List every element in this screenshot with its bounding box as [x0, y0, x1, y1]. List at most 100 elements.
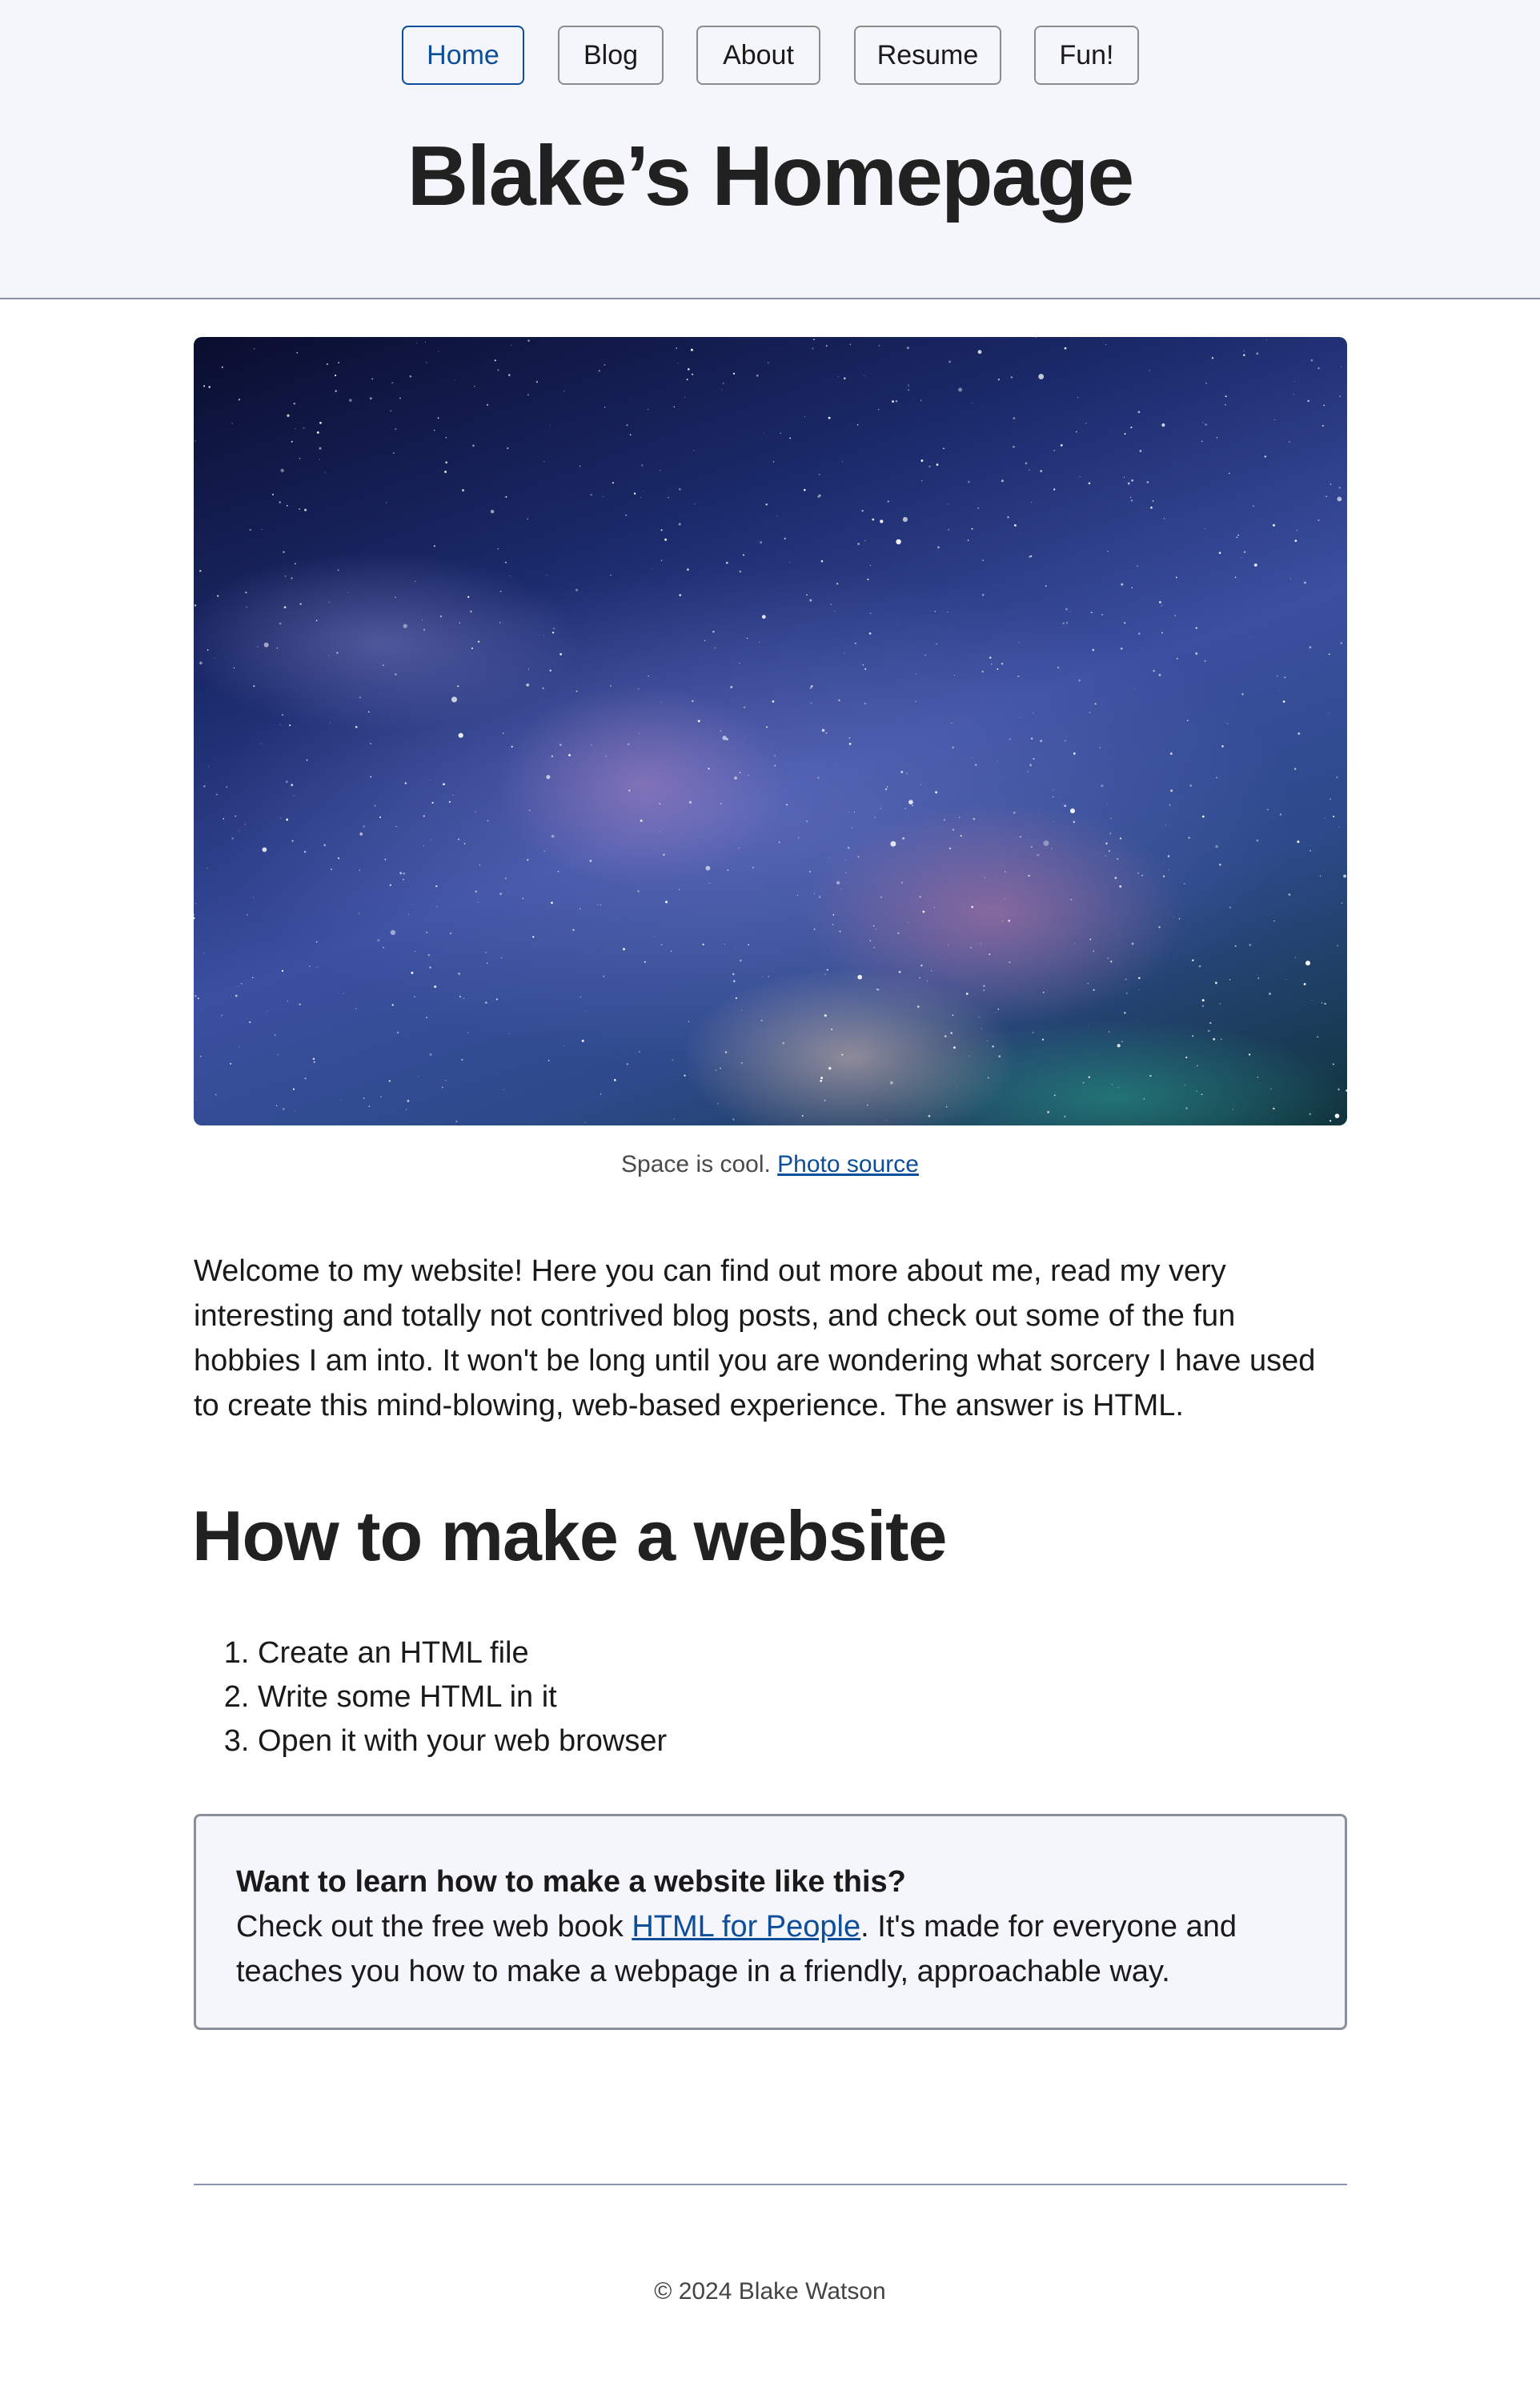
- star: [429, 1053, 432, 1056]
- star: [878, 345, 880, 347]
- star: [508, 374, 511, 376]
- star: [1333, 816, 1335, 818]
- star: [1137, 411, 1141, 414]
- star: [438, 351, 439, 352]
- star: [487, 403, 489, 406]
- star: [824, 973, 826, 975]
- star: [1031, 737, 1033, 740]
- star: [900, 881, 904, 884]
- star: [687, 367, 690, 371]
- html-for-people-link[interactable]: HTML for People: [632, 1910, 860, 1944]
- star: [1028, 874, 1030, 877]
- nav-blog-button[interactable]: Blog: [558, 26, 664, 85]
- site-header: Home Blog About Resume Fun! Blake’s Home…: [0, 0, 1540, 299]
- star: [1296, 529, 1298, 532]
- star: [217, 595, 219, 597]
- star: [459, 996, 461, 997]
- star: [1234, 945, 1237, 947]
- star: [195, 903, 196, 905]
- star: [589, 860, 592, 862]
- star: [467, 1032, 469, 1033]
- star: [303, 850, 307, 853]
- star: [1266, 339, 1268, 341]
- star: [857, 974, 863, 980]
- star: [834, 610, 836, 612]
- star: [553, 628, 555, 630]
- star: [1001, 479, 1004, 483]
- star: [668, 496, 669, 499]
- star: [527, 518, 528, 520]
- star: [887, 500, 889, 503]
- star: [257, 646, 259, 648]
- star: [215, 1093, 217, 1096]
- star: [546, 575, 547, 576]
- star: [221, 366, 223, 368]
- star: [418, 1076, 419, 1077]
- star: [472, 444, 475, 447]
- star: [261, 528, 263, 530]
- star: [598, 370, 600, 372]
- star: [1109, 832, 1112, 835]
- star: [194, 604, 197, 607]
- star: [1131, 587, 1133, 589]
- star: [768, 976, 769, 977]
- star: [950, 1032, 952, 1034]
- star: [1158, 926, 1161, 929]
- star: [359, 869, 360, 871]
- nav-about-button[interactable]: About: [696, 26, 820, 85]
- star: [1073, 752, 1076, 755]
- star: [836, 582, 839, 585]
- star: [1307, 399, 1309, 403]
- nav-home-button[interactable]: Home: [402, 26, 524, 85]
- star: [199, 569, 202, 572]
- star: [818, 473, 820, 475]
- star: [856, 423, 859, 426]
- star: [983, 989, 985, 992]
- star: [275, 1105, 278, 1106]
- star: [426, 362, 427, 363]
- nav-fun-button[interactable]: Fun!: [1034, 26, 1139, 85]
- star: [1082, 1081, 1085, 1084]
- star: [709, 882, 711, 884]
- star: [838, 375, 840, 377]
- star: [1060, 443, 1063, 447]
- star: [377, 939, 380, 941]
- star: [715, 1069, 717, 1071]
- star: [720, 802, 723, 805]
- star: [765, 503, 768, 506]
- star: [1321, 424, 1324, 427]
- star: [280, 468, 284, 473]
- photo-source-link[interactable]: Photo source: [777, 1151, 919, 1177]
- star: [495, 998, 498, 1001]
- star: [766, 726, 768, 728]
- star: [299, 1003, 301, 1005]
- star: [1225, 403, 1226, 406]
- star: [1162, 863, 1164, 864]
- star: [692, 373, 694, 375]
- star: [306, 759, 308, 761]
- star: [1062, 622, 1065, 624]
- star: [244, 824, 247, 825]
- star: [848, 736, 851, 739]
- nav-resume-button[interactable]: Resume: [854, 26, 1001, 85]
- star: [665, 901, 668, 904]
- star: [1031, 846, 1033, 848]
- star: [872, 518, 875, 521]
- star: [441, 1086, 443, 1089]
- star: [585, 1010, 587, 1012]
- star: [1121, 583, 1124, 586]
- star: [1293, 393, 1294, 395]
- star: [997, 378, 1001, 381]
- star: [610, 574, 612, 576]
- star: [727, 869, 729, 871]
- star: [1294, 768, 1297, 770]
- star: [252, 897, 254, 898]
- star: [1266, 808, 1269, 811]
- star: [1013, 445, 1015, 448]
- star: [867, 578, 869, 580]
- star: [1216, 776, 1217, 779]
- star: [1120, 648, 1123, 650]
- star: [463, 843, 466, 844]
- hero-space-image: [194, 337, 1347, 1125]
- star: [1303, 581, 1306, 584]
